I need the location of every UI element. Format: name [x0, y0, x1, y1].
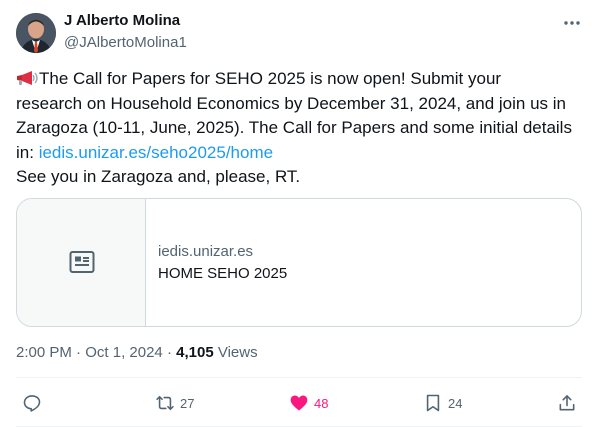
tweet-time[interactable]: 2:00 PM — [16, 344, 72, 361]
article-icon — [69, 251, 95, 273]
tweet-line: in: iedis.unizar.es/seho2025/home — [16, 141, 582, 166]
reply-icon — [23, 395, 41, 412]
bookmark-button[interactable]: 24 — [423, 391, 462, 415]
retweet-count: 27 — [180, 395, 195, 411]
avatar[interactable] — [16, 13, 56, 53]
more-horizontal-icon[interactable] — [562, 15, 582, 31]
tweet-date[interactable]: Oct 1, 2024 — [85, 344, 163, 361]
bookmark-count: 24 — [448, 395, 463, 411]
retweet-icon — [156, 395, 174, 411]
tweet: J Alberto Molina @JAlbertoMolina1 The Ca… — [0, 0, 598, 427]
tweet-meta: 2:00 PM · Oct 1, 2024 · 4,105 Views — [16, 344, 258, 361]
author-name[interactable]: J Alberto Molina — [64, 12, 180, 29]
meta-separator: · — [71, 344, 86, 361]
tweet-text-line-5: See you in Zaragoza and, please, RT. — [16, 167, 301, 186]
tweet-text-line-1: The Call for Papers for SEHO 2025 is now… — [39, 69, 502, 88]
views-count: 4,105 — [176, 344, 214, 361]
author-handle[interactable]: @JAlbertoMolina1 — [64, 34, 187, 51]
tweet-text: The Call for Papers for SEHO 2025 is now… — [16, 67, 582, 190]
tweet-link[interactable]: iedis.unizar.es/seho2025/home — [39, 143, 273, 162]
tweet-line: The Call for Papers for SEHO 2025 is now… — [16, 67, 582, 92]
reply-button[interactable] — [22, 391, 42, 415]
like-count: 48 — [314, 395, 329, 411]
views-label: Views — [213, 344, 258, 361]
retweet-button[interactable]: 27 — [155, 391, 194, 415]
share-icon — [559, 395, 575, 411]
card-title[interactable]: HOME SEHO 2025 — [158, 265, 287, 282]
share-button[interactable] — [557, 391, 577, 415]
card-domain[interactable]: iedis.unizar.es — [158, 243, 253, 260]
tweet-text-line-3: Zaragoza (10-11, June, 2025). The Call f… — [16, 118, 572, 137]
bookmark-icon — [426, 394, 440, 412]
divider — [16, 377, 582, 378]
heart-icon — [290, 395, 308, 411]
card-thumbnail[interactable] — [17, 199, 146, 326]
tweet-text-line-4-prefix: in: — [16, 142, 39, 162]
link-card[interactable]: iedis.unizar.es HOME SEHO 2025 — [16, 198, 582, 327]
megaphone-emoji-icon — [16, 69, 39, 85]
like-button[interactable]: 48 — [289, 391, 328, 415]
tweet-text-line-2: research on Household Economics by Decem… — [16, 93, 566, 113]
meta-separator: · — [162, 344, 177, 361]
